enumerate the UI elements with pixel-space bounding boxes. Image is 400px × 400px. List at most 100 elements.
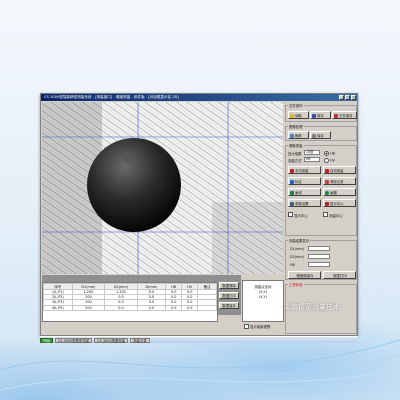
group-title: 文件操作 [288,103,304,108]
taskbar: 开始 CS-3000型精密测量 CS-3000精度测量 测量记录 [40,336,358,343]
show-center-checkbox[interactable] [288,212,293,217]
clear-data-button[interactable]: 数据清除 [219,282,239,289]
measure-center-check[interactable]: 测量中心 [323,212,343,218]
minimize-button[interactable]: _ [339,95,344,100]
folder-icon [290,114,294,118]
taskbar-item[interactable]: CS-3000精度测量 [94,337,129,343]
table-row[interactable]: 4(L,P4) 200 0.0 0.0 0.0 0.0 [43,304,217,311]
target-icon [290,169,294,173]
radio-hb[interactable]: HB [324,151,335,156]
d2-label: D2(mm) [290,255,305,259]
table-cell [197,304,217,311]
calibrate-button[interactable]: 标定 [288,177,321,185]
manual-measure-button[interactable]: 手动测量 [288,166,321,174]
magnification-label: 放大倍数 [288,152,302,156]
hb-label: HB [290,263,295,267]
table-cell: 0.0 [181,304,199,311]
crosshair-icon [325,202,329,206]
table-cell: 0.0 [104,304,138,311]
window-title: CS-3000型智能精密测量系统 - [测量窗口] - 硬度测量 - 软件版 -… [44,95,179,99]
draw-line-button[interactable]: 画线 [288,188,321,196]
ruler-icon [290,180,294,184]
open-label: 读取 [295,114,302,118]
table-cell: 4(L,P4) [43,304,73,311]
table-action-buttons: 数据清除 数据打印 数据保存 [219,282,239,309]
image-icon [312,134,316,138]
clear-record-button[interactable]: 清除记录 [323,177,356,185]
open-button[interactable]: 读取 [288,111,309,119]
file-save-label: 文件保存 [339,114,353,118]
close-button[interactable]: × [351,95,356,100]
coordinate-line-2: (X,Y) [258,295,268,299]
d1-field [308,246,330,251]
eraser-icon [325,180,329,184]
method-select[interactable]: HB [304,157,320,162]
radio-hb-label: HB [330,151,335,156]
radio-hb-dot[interactable] [324,151,329,156]
disk-icon [312,114,316,118]
title-bar: CS-3000型智能精密测量系统 - [测量窗口] - 硬度测量 - 软件版 -… [41,94,357,101]
file-icon [334,114,338,118]
measure-group: 硬度测量 放大倍数 10倍 测量方式 HB HB HV 手动测量 自动测量 标定… [285,143,357,236]
draw-circle-button[interactable]: 画圆 [323,188,356,196]
radio-hv[interactable]: HV [324,158,335,163]
print-data-button[interactable]: 数据打印 [219,292,239,299]
save-data-button[interactable]: 数据保存 [219,302,239,309]
draw-line-label: 画线 [295,191,302,195]
group-title: 工作状态 [288,282,304,287]
auto-measure-button[interactable]: 自动测量 [323,166,356,174]
refresh-icon [290,134,294,138]
group-title: 测量结果显示 [288,238,311,243]
circle-icon [325,191,329,195]
taskbar-item[interactable]: 测量记录 [130,337,150,343]
draw-circle-label: 画圆 [330,191,337,195]
image-ops-group: 图像处理 刷新 保存 [285,124,357,141]
radio-hv-dot[interactable] [324,158,329,163]
print-report-button[interactable]: 报表打印 [323,271,356,279]
image-save-button[interactable]: 保存 [310,131,331,139]
watermark: 湖南精密测量技术 [284,303,340,311]
show-field-checkbox[interactable] [244,324,249,329]
measurement-viewport[interactable] [42,102,283,274]
magnification-select[interactable]: 10倍 [304,150,320,155]
coordinate-title: 测量点坐标 [254,285,272,289]
measure-center-checkbox[interactable] [323,212,328,217]
file-ops-group: 文件操作 读取 保存 文件保存 [285,103,357,122]
file-save-button[interactable]: 文件保存 [332,111,357,119]
refresh-button[interactable]: 刷新 [288,131,309,139]
gear-icon [290,202,294,206]
table-cell: 0.0 [165,304,183,311]
clear-record-label: 清除记录 [330,180,344,184]
coordinate-box: 测量点坐标 (X,Y) (X,Y) [242,280,284,322]
hb-field [308,262,330,267]
taskbar-item[interactable]: CS-3000型精密测量 [54,337,93,343]
show-center-button[interactable]: 显示中心 [323,199,356,207]
indentation-image [42,102,283,274]
refresh-label: 刷新 [295,134,302,138]
parameter-button[interactable]: 参数设置 [288,199,321,207]
results-table-panel[interactable]: 序号 D1(mm) D2(mm) D(mm) HB HV 备注 1(L,P1) … [42,282,218,322]
d2-field [308,254,330,259]
image-save-label: 保存 [317,134,324,138]
control-panel: 文件操作 读取 保存 文件保存 图像处理 刷新 保存 硬度测量 放大倍数 10倍… [285,102,357,334]
show-field-label: 显示测量视野 [250,325,271,329]
save-button[interactable]: 保存 [310,111,331,119]
save-hardness-button[interactable]: 硬度值保存 [288,271,321,279]
group-title: 图像处理 [288,124,304,129]
show-field-checkbox-row[interactable]: 显示测量视野 [244,324,270,329]
show-center-check-label: 显示中心 [294,214,308,218]
method-label: 测量方式 [288,159,302,163]
results-group: 测量结果显示 D1(mm) D2(mm) HB 硬度值保存 报表打印 [285,238,357,280]
show-center-check[interactable]: 显示中心 [288,212,308,218]
table-cell: 0.0 [136,304,167,311]
group-title: 硬度测量 [288,143,304,148]
maximize-button[interactable]: □ [345,95,350,100]
table-cell: 200 [71,304,106,311]
calibrate-label: 标定 [295,180,302,184]
auto-target-icon [325,169,329,173]
start-button[interactable]: 开始 [40,337,53,343]
manual-measure-label: 手动测量 [295,169,309,173]
application-window: CS-3000型智能精密测量系统 - [测量窗口] - 硬度测量 - 软件版 -… [40,93,358,336]
d1-label: D1(mm) [290,247,305,251]
auto-measure-label: 自动测量 [330,169,344,173]
